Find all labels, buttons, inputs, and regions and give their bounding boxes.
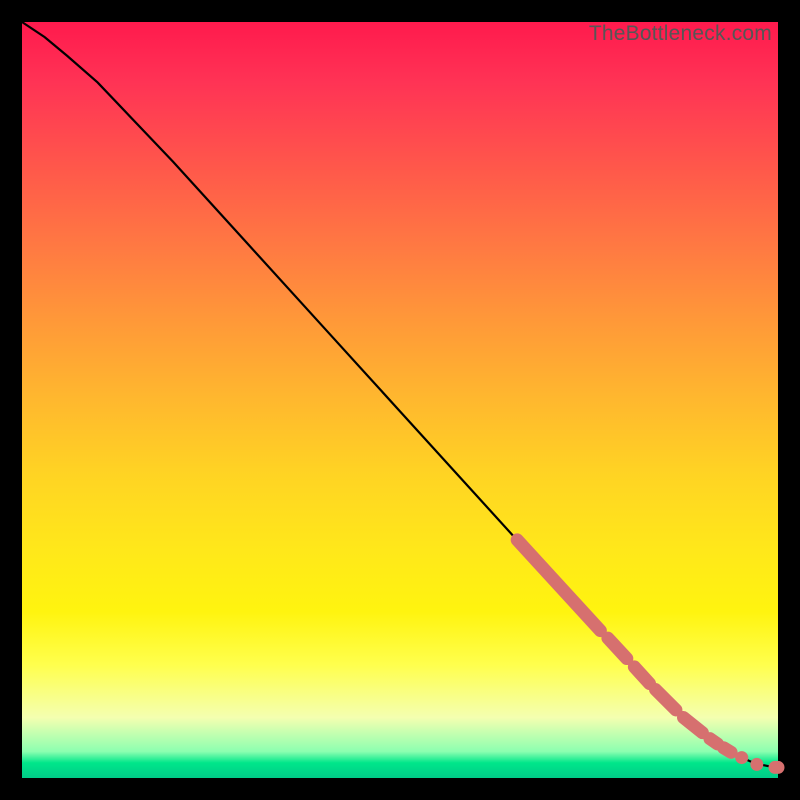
marker-segment — [634, 667, 649, 684]
curve-line — [22, 22, 778, 767]
marker-dot — [735, 751, 748, 764]
marker-segment — [710, 739, 718, 744]
marker-segment — [656, 690, 676, 710]
marker-segment — [724, 748, 732, 753]
marker-segment — [608, 638, 627, 658]
marker-dot — [772, 761, 785, 774]
chart-stage: TheBottleneck.com — [0, 0, 800, 800]
marker-segment — [684, 718, 703, 733]
marker-segment — [517, 540, 600, 631]
marker-group — [517, 540, 784, 774]
plot-area: TheBottleneck.com — [22, 22, 778, 778]
chart-svg — [22, 22, 778, 778]
marker-dot — [750, 758, 763, 771]
